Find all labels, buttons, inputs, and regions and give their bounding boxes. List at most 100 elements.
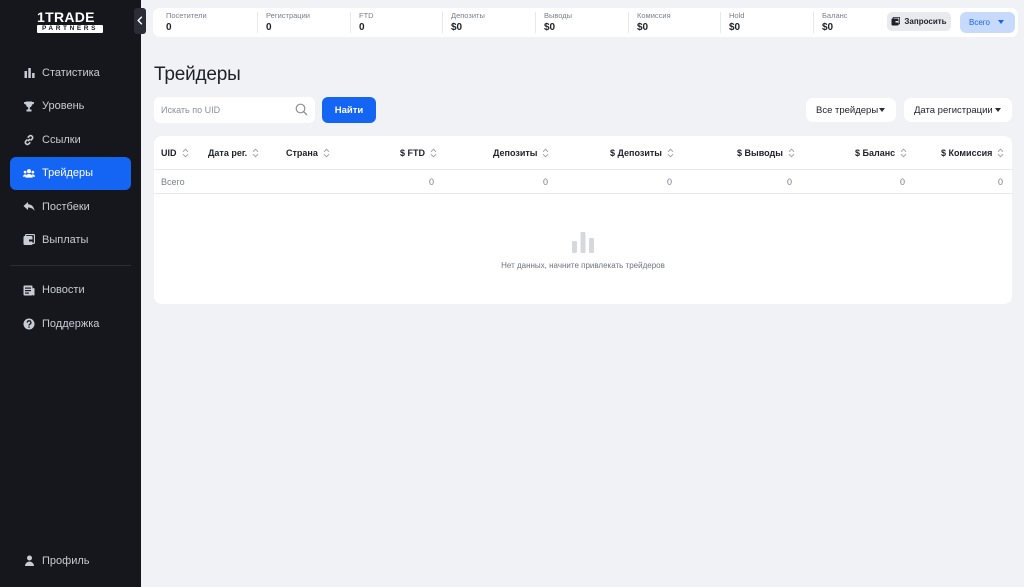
column-header-label: Дата рег. xyxy=(208,148,248,158)
stat-label: Hold xyxy=(729,11,745,20)
user-icon xyxy=(23,555,35,567)
date-filter-dropdown[interactable]: Дата регистрации xyxy=(904,98,1012,122)
stat-label: Комиссия xyxy=(637,11,671,20)
newspaper-icon xyxy=(23,284,35,296)
caret-down-icon xyxy=(879,108,885,112)
stat-value: $0 xyxy=(544,22,556,33)
page-title: Трейдеры xyxy=(154,64,241,85)
stat-balance: Баланс $0 xyxy=(822,11,848,35)
wallet-icon xyxy=(23,234,35,246)
sort-icon xyxy=(667,148,674,158)
column-header-ftd-amount[interactable]: $ FTD xyxy=(400,148,437,158)
stat-label: Выводы xyxy=(544,11,573,20)
sidebar-item-traders[interactable]: Трейдеры xyxy=(10,156,131,190)
stat-value: 0 xyxy=(359,22,365,33)
column-header-commission-amount[interactable]: $ Комиссия xyxy=(941,148,1004,158)
column-header-deposits-count[interactable]: Депозиты xyxy=(493,148,549,158)
sidebar-item-postbacks[interactable]: Постбеки xyxy=(10,190,131,223)
stat-label: FTD xyxy=(359,11,374,20)
stat-value: 0 xyxy=(166,22,172,33)
logo-main-text: 1TRADE xyxy=(37,9,95,25)
sidebar-item-level[interactable]: Уровень xyxy=(10,90,131,123)
table-header-divider xyxy=(154,169,1012,170)
column-header-label: Страна xyxy=(286,148,318,158)
sidebar-item-news[interactable]: Новости xyxy=(10,274,131,307)
total-withdrawals-amount: 0 xyxy=(787,177,793,187)
link-icon xyxy=(23,134,35,146)
sidebar-item-profile[interactable]: Профиль xyxy=(10,544,131,577)
stat-value: $0 xyxy=(451,22,463,33)
sidebar-collapse-button[interactable] xyxy=(134,8,146,34)
stat-label: Депозиты xyxy=(451,11,485,20)
sort-icon xyxy=(323,148,330,158)
sidebar-item-label: Поддержка xyxy=(42,318,100,331)
column-header-deposits-amount[interactable]: $ Депозиты xyxy=(610,148,674,158)
column-header-label: Депозиты xyxy=(493,148,538,158)
stat-divider xyxy=(535,12,536,33)
total-balance-amount: 0 xyxy=(900,177,906,187)
sidebar-item-statistics[interactable]: Статистика xyxy=(10,56,131,89)
stat-divider xyxy=(442,12,443,33)
column-header-reg-date[interactable]: Дата рег. xyxy=(208,148,259,158)
column-header-label: $ FTD xyxy=(400,148,426,158)
traders-table xyxy=(154,136,1012,304)
request-button[interactable]: Запросить xyxy=(887,12,951,31)
brand-logo[interactable]: 1TRADE PARTNERS xyxy=(37,10,105,34)
column-header-balance-amount[interactable]: $ Баланс xyxy=(855,148,907,158)
empty-chart-icon xyxy=(571,232,595,253)
reply-icon xyxy=(23,201,35,213)
sidebar-item-label: Статистика xyxy=(42,66,100,79)
nav-divider xyxy=(10,264,131,266)
stat-ftd: FTD 0 xyxy=(359,11,374,35)
scope-dropdown[interactable]: Всего xyxy=(960,12,1015,33)
sidebar-item-payouts[interactable]: Выплаты xyxy=(10,224,131,257)
caret-down-icon xyxy=(995,108,1001,112)
search-box xyxy=(154,97,315,123)
column-header-country[interactable]: Страна xyxy=(286,148,330,158)
sidebar-item-links[interactable]: Ссылки xyxy=(10,123,131,156)
column-header-withdrawals-amount[interactable]: $ Выводы xyxy=(737,148,795,158)
sort-icon xyxy=(542,148,549,158)
column-header-label: UID xyxy=(161,148,177,158)
sidebar-item-label: Профиль xyxy=(42,554,90,567)
bar-chart-icon xyxy=(23,67,35,79)
stat-divider xyxy=(813,12,814,33)
column-header-uid[interactable]: UID xyxy=(161,148,189,158)
stat-label: Регистрации xyxy=(266,11,310,20)
sidebar-item-label: Новости xyxy=(42,284,85,297)
sidebar-item-support[interactable]: Поддержка xyxy=(10,308,131,341)
caret-down-icon xyxy=(998,20,1004,24)
stat-withdrawals: Выводы $0 xyxy=(544,11,572,35)
stat-divider xyxy=(720,12,721,33)
column-header-label: $ Выводы xyxy=(737,148,783,158)
trophy-icon xyxy=(23,100,35,112)
search-icon[interactable] xyxy=(295,103,308,121)
find-button[interactable]: Найти xyxy=(322,97,376,123)
sort-icon xyxy=(430,148,437,158)
sidebar-profile: Профиль xyxy=(10,544,131,578)
help-icon xyxy=(23,318,35,330)
sort-icon xyxy=(788,148,795,158)
sidebar: 1TRADE PARTNERS Статистика Уровень Ссылк… xyxy=(0,0,141,587)
total-commission-amount: 0 xyxy=(998,177,1004,187)
stat-value: $0 xyxy=(729,22,741,33)
sort-icon xyxy=(900,148,907,158)
search-input[interactable] xyxy=(154,97,294,123)
stat-divider xyxy=(257,12,258,33)
logo-sub-text: PARTNERS xyxy=(37,25,103,33)
stat-label: Баланс xyxy=(822,11,848,20)
traders-filter-dropdown[interactable]: Все трейдеры xyxy=(806,98,896,122)
column-header-label: $ Комиссия xyxy=(941,148,993,158)
total-row-label: Всего xyxy=(161,177,185,187)
sort-icon xyxy=(252,148,259,158)
sidebar-item-label: Постбеки xyxy=(42,200,90,213)
empty-state-text: Нет данных, начните привлекать трейдеров xyxy=(501,261,665,270)
column-header-label: $ Баланс xyxy=(855,148,896,158)
stat-hold: Hold $0 xyxy=(729,11,744,35)
column-header-label: $ Депозиты xyxy=(610,148,662,158)
total-deposits-amount: 0 xyxy=(667,177,673,187)
stat-deposits: Депозиты $0 xyxy=(451,11,485,35)
sidebar-item-label: Уровень xyxy=(42,100,85,113)
sidebar-item-label: Выплаты xyxy=(42,234,89,247)
stat-visitors: Посетители 0 xyxy=(166,11,207,35)
